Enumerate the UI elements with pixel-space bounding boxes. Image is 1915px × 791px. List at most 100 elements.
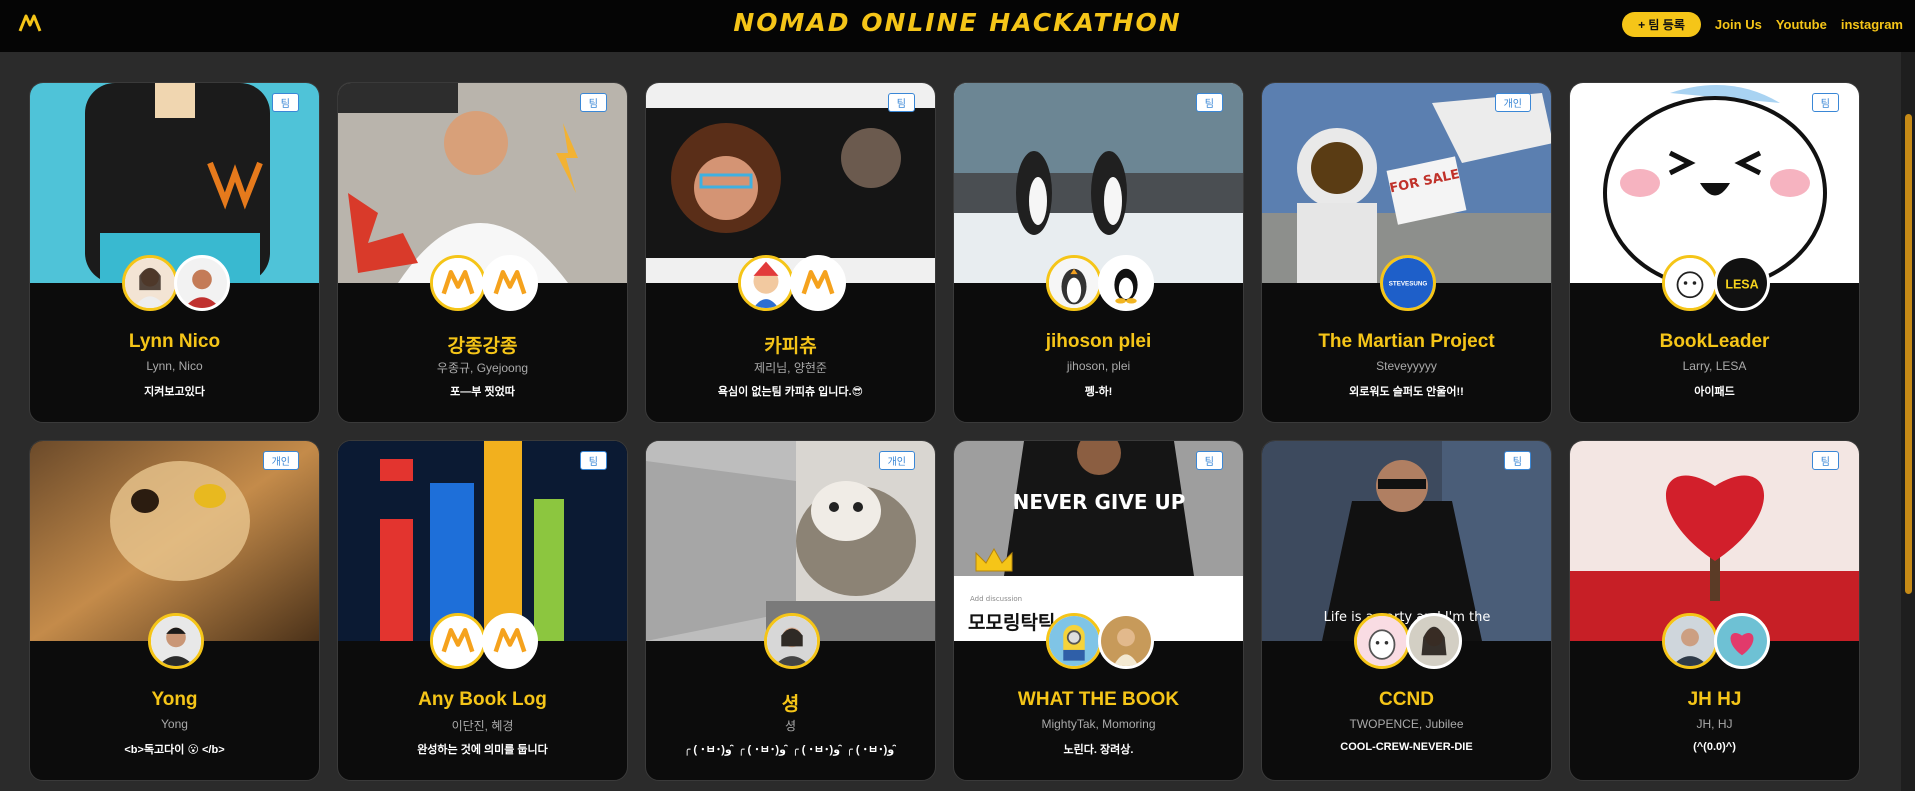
team-members: 셩 <box>784 719 797 733</box>
card-type-badge: 팀 <box>1811 93 1839 112</box>
card-type-badge: 팀 <box>1195 451 1223 470</box>
add-discussion-text: Add discussion <box>970 595 1022 603</box>
team-name: Any Book Log <box>418 689 547 710</box>
lesa-avatar: LESA <box>1713 255 1770 311</box>
header-nav: + 팀 등록 Join Us Youtube instagram <box>1622 12 1903 37</box>
team-card[interactable]: 팀 Any Book Log 이단진, 혜경 완성하는 것에 의미를 둡니다 <box>337 440 628 781</box>
card-type-badge: 팀 <box>579 451 607 470</box>
member-avatar <box>1097 613 1154 669</box>
team-members: Lynn, Nico <box>146 359 203 373</box>
card-type-badge: 개인 <box>878 451 915 470</box>
team-cover-image <box>338 441 627 641</box>
member-avatar <box>147 613 204 669</box>
team-members: Yong <box>161 717 188 731</box>
tux-penguin-icon <box>1097 255 1154 311</box>
team-card[interactable]: Life is a party and I'm the 팀 CCND TWOPE… <box>1261 440 1552 781</box>
never-give-up-text: NEVER GIVE UP <box>1013 490 1186 514</box>
team-card[interactable]: 개인 셩 셩 ╭ ( ･ㅂ･)و ̑̑ ╭ ( ･ㅂ･)و ̑̑ ╭ ( ･ㅂ･… <box>645 440 936 781</box>
team-name: jihoson plei <box>1045 331 1152 352</box>
team-motto: 욕심이 없는팀 카피츄 입니다.😎 <box>717 386 864 398</box>
team-cover-image <box>30 441 319 641</box>
member-avatar <box>737 255 794 311</box>
member-avatar <box>1405 613 1462 669</box>
team-name: BookLeader <box>1659 331 1770 352</box>
team-cover-image <box>646 441 935 641</box>
team-motto: <b>독고다이 😮 </b> <box>124 744 225 756</box>
card-type-badge: 팀 <box>887 93 915 112</box>
team-card[interactable]: 팀 Lynn Nico Lynn, Nico 지켜보고있다 <box>29 82 320 423</box>
team-members: MightyTak, Momoring <box>1041 717 1156 731</box>
team-members: 우종규, Gyejoong <box>436 361 529 375</box>
heart-icon <box>1713 613 1770 669</box>
team-motto: (^(0.0)^) <box>1693 741 1736 753</box>
team-name: The Martian Project <box>1318 331 1495 352</box>
member-avatar <box>763 613 820 669</box>
card-type-badge: 팀 <box>1811 451 1839 470</box>
card-type-badge: 팀 <box>271 93 299 112</box>
team-members: jihoson, plei <box>1066 359 1131 373</box>
team-card[interactable]: 개인 Yong Yong <b>독고다이 😮 </b> <box>29 440 320 781</box>
team-card[interactable]: 팀 JH HJ JH, HJ (^(0.0)^) <box>1569 440 1860 781</box>
team-card[interactable]: FOR SALE 개인 STEVESUNG The Martian Projec… <box>1261 82 1552 423</box>
team-card[interactable]: NEVER GIVE UP Add discussion 모모링탁틱 팀 WHA… <box>953 440 1244 781</box>
member-avatar <box>1661 613 1718 669</box>
team-name: JH HJ <box>1687 689 1742 710</box>
team-card[interactable]: 팀 jihoson plei jihoson, plei 펭-하! <box>953 82 1244 423</box>
team-cover-image: Life is a party and I'm the <box>1262 441 1551 641</box>
team-members: JH, HJ <box>1696 717 1733 731</box>
team-cover-image <box>338 83 627 283</box>
member-avatar <box>1045 255 1102 311</box>
team-members: Steveyyyyy <box>1376 359 1437 373</box>
team-motto: 노린다. 장려상. <box>1063 744 1134 756</box>
team-name: CCND <box>1379 689 1434 710</box>
member-avatar <box>173 255 230 311</box>
nomad-avatar-icon <box>481 255 538 311</box>
join-us-link[interactable]: Join Us <box>1715 17 1762 32</box>
nomad-avatar-icon <box>429 255 486 311</box>
card-type-badge: 팀 <box>1195 93 1223 112</box>
youtube-link[interactable]: Youtube <box>1776 17 1827 32</box>
team-card[interactable]: 팀 강종강종 우종규, Gyejoong 포—부 찟었따 <box>337 82 628 423</box>
register-team-button[interactable]: + 팀 등록 <box>1622 12 1701 37</box>
team-cover-image <box>954 83 1243 283</box>
team-motto: ╭ ( ･ㅂ･)و ̑̑ ╭ ( ･ㅂ･)و ̑̑ ╭ ( ･ㅂ･)و ̑̑ ╭… <box>683 744 898 756</box>
nomad-avatar-icon <box>789 255 846 311</box>
scrollbar-thumb[interactable] <box>1905 114 1912 594</box>
nomad-avatar-icon <box>481 613 538 669</box>
team-motto: 외로워도 슬퍼도 안울어!! <box>1349 386 1464 398</box>
member-avatar <box>121 255 178 311</box>
team-cover-image <box>30 83 319 283</box>
team-name: 카피츄 <box>764 336 817 357</box>
card-type-badge: 팀 <box>1503 451 1531 470</box>
member-avatar <box>1661 255 1718 311</box>
team-name: Yong <box>151 689 198 710</box>
page-scrollbar[interactable] <box>1901 52 1915 791</box>
lesa-label: LESA <box>1725 277 1758 291</box>
nomad-avatar-icon <box>429 613 486 669</box>
team-cover-image <box>1570 83 1859 283</box>
nomad-logo-icon[interactable] <box>18 13 42 33</box>
instagram-link[interactable]: instagram <box>1841 17 1903 32</box>
team-cover-image: FOR SALE <box>1262 83 1551 283</box>
team-card[interactable]: 팀 카피츄 제리님, 양현준 욕심이 없는팀 카피츄 입니다.😎 <box>645 82 936 423</box>
team-members: 이단진, 혜경 <box>451 719 514 733</box>
card-type-badge: 개인 <box>262 451 299 470</box>
top-nav-bar: NOMAD ONLINE HACKATHON + 팀 등록 Join Us Yo… <box>0 0 1915 52</box>
team-motto: 펭-하! <box>1084 386 1113 398</box>
team-card[interactable]: 팀 LESA BookLeader Larry, LESA 아이패드 <box>1569 82 1860 423</box>
member-avatar <box>1353 613 1410 669</box>
team-name: Lynn Nico <box>128 331 221 352</box>
team-members: Larry, LESA <box>1682 359 1747 373</box>
team-motto: 아이패드 <box>1694 386 1735 398</box>
stevesung-avatar: STEVESUNG <box>1379 255 1436 311</box>
team-cover-image <box>1570 441 1859 641</box>
team-members: TWOPENCE, Jubilee <box>1349 717 1464 731</box>
team-members: 제리님, 양현준 <box>754 361 827 375</box>
team-cover-image <box>646 83 935 283</box>
team-motto: COOL-CREW-NEVER-DIE <box>1340 741 1473 753</box>
team-name: WHAT THE BOOK <box>1017 689 1180 710</box>
stevesung-label: STEVESUNG <box>1388 281 1427 288</box>
team-name: 셩 <box>781 694 800 715</box>
team-motto: 완성하는 것에 의미를 둡니다 <box>417 744 548 756</box>
team-cover-image: NEVER GIVE UP Add discussion 모모링탁틱 <box>954 441 1243 641</box>
